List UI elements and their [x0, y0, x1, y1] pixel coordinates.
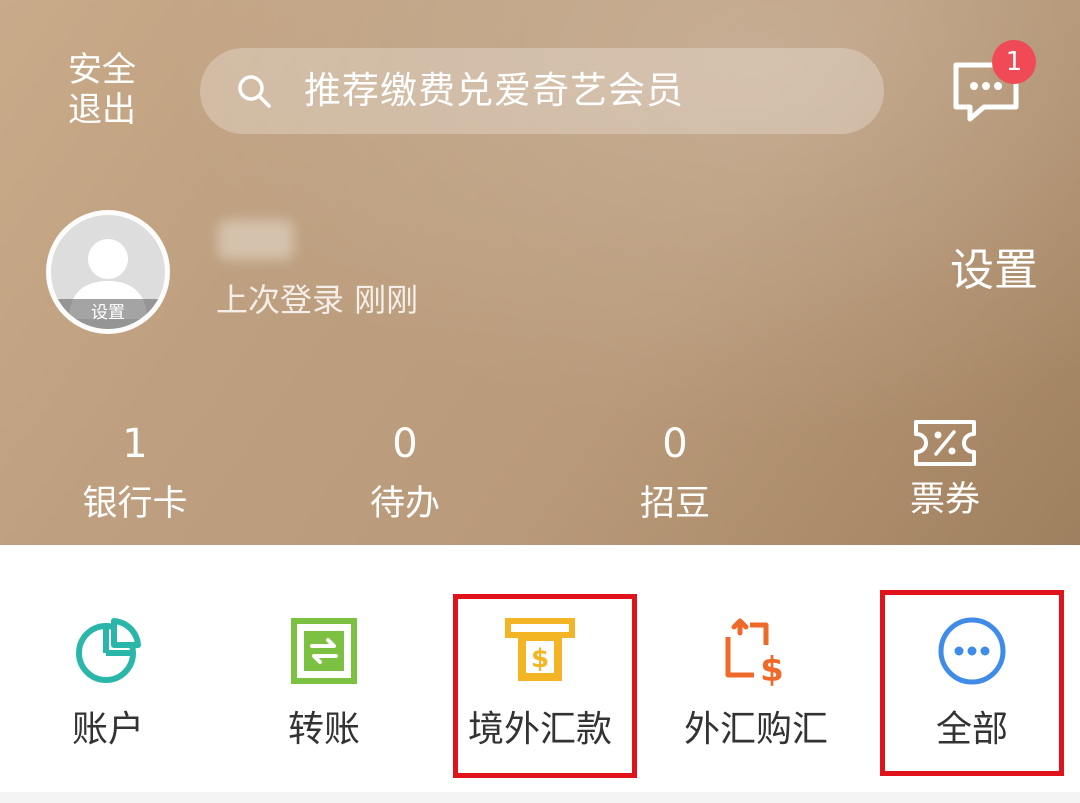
avatar[interactable]: 设置	[46, 210, 170, 334]
avatar-settings-label: 设置	[51, 299, 165, 329]
forex-exchange-icon: $	[725, 618, 784, 687]
stat-todo-value: 0	[392, 421, 418, 467]
ticket-icon	[914, 420, 976, 466]
logout-label-line1: 安全	[68, 50, 136, 90]
quick-action-overseas-remittance-label: 境外汇款	[467, 709, 612, 750]
search-bar[interactable]: 推荐缴费兑爱奇艺会员	[200, 48, 884, 134]
last-login-text: 上次登录 刚刚	[216, 281, 419, 319]
more-icon	[938, 617, 1006, 685]
quick-action-transfer[interactable]: 转账	[216, 545, 432, 803]
stat-todo-label: 待办	[369, 484, 440, 524]
account-pie-icon	[76, 618, 141, 683]
secure-logout-button[interactable]: 安全 退出	[62, 50, 142, 130]
quick-action-all-label: 全部	[935, 709, 1008, 750]
quick-action-account-label: 账户	[71, 709, 144, 750]
quick-action-all[interactable]: 全部	[864, 545, 1080, 803]
settings-link[interactable]: 设置	[950, 244, 1038, 298]
profile-header: 安全 退出 推荐缴费兑爱奇艺会员 1 设置 上次登录 刚刚 设置 1 银行卡 0…	[0, 0, 1080, 545]
quick-action-transfer-label: 转账	[287, 709, 360, 750]
search-placeholder: 推荐缴费兑爱奇艺会员	[304, 69, 684, 112]
quick-action-overseas-remittance[interactable]: $ 境外汇款	[432, 545, 648, 803]
svg-text:$: $	[760, 650, 784, 687]
stat-todo[interactable]: 0 待办	[270, 412, 540, 532]
quick-actions: 账户 转账 $ 境外汇款 $ 外汇购汇 全部	[0, 545, 1080, 803]
stat-points[interactable]: 0 招豆	[540, 412, 810, 532]
svg-text:$: $	[531, 644, 549, 674]
stat-bank-cards[interactable]: 1 银行卡	[0, 412, 270, 532]
stats-row: 1 银行卡 0 待办 0 招豆 票券	[0, 412, 1080, 532]
quick-action-account[interactable]: 账户	[0, 545, 216, 803]
stat-points-label: 招豆	[639, 484, 710, 524]
overseas-remittance-icon: $	[505, 618, 575, 681]
stat-coupons[interactable]: 票券	[810, 412, 1080, 532]
message-badge: 1	[992, 40, 1036, 84]
stat-bank-cards-label: 银行卡	[82, 484, 188, 524]
stat-points-value: 0	[662, 421, 688, 467]
quick-action-forex-label: 外汇购汇	[683, 709, 828, 750]
stat-bank-cards-value: 1	[122, 421, 148, 467]
bottom-separator	[0, 792, 1080, 803]
stat-coupons-label: 票券	[909, 480, 980, 520]
quick-action-forex[interactable]: $ 外汇购汇	[648, 545, 864, 803]
search-icon	[238, 75, 271, 108]
logout-label-line2: 退出	[68, 90, 136, 130]
transfer-icon	[291, 618, 357, 684]
username-blurred	[218, 220, 294, 260]
